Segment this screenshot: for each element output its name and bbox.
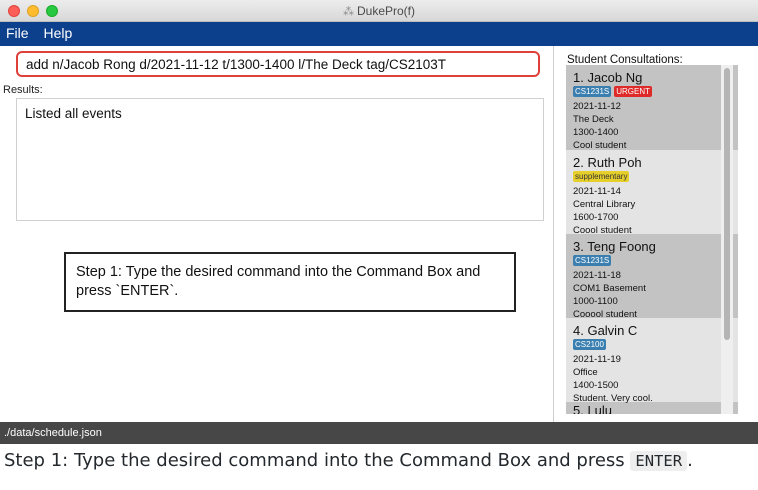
save-location: ./data/schedule.json [4,427,102,439]
card-time: 1400-1500 [573,380,619,391]
results-text: Listed all events [25,106,122,121]
card-time: 1000-1100 [573,296,618,307]
split-divider[interactable] [553,46,554,422]
card-tags: supplementary [573,171,732,183]
card-tags: CS1231S [573,255,732,267]
title-bar: ⁂ DukePro(f) [0,0,758,22]
card-name: 3. Teng Foong [573,239,656,254]
card-time: 1300-1400 [573,127,619,138]
caption-suffix: . [687,450,693,471]
tag-badge: CS1231S [573,255,612,266]
figure-caption: Step 1: Type the desired command into th… [4,450,758,471]
tag-badge: supplementary [573,171,630,182]
results-display: Listed all events [16,98,544,221]
caption-code: ENTER [630,451,688,471]
card-tags: CS2100 [573,339,732,351]
consultation-card[interactable]: 4. Galvin C CS2100 2021-11-19 Office 140… [566,318,738,404]
card-tags: CS1231S URGENT [573,86,732,98]
card-date: 2021-11-12 [573,101,621,112]
tag-badge: CS2100 [573,339,606,350]
caption-text: Step 1: Type the desired command into th… [4,450,631,471]
card-location: COM1 Basement [573,283,646,294]
status-bar: ./data/schedule.json [0,422,758,444]
card-name: 2. Ruth Poh [573,155,642,170]
consultation-list[interactable]: 1. Jacob Ng CS1231S URGENT 2021-11-12 The… [566,65,738,414]
card-time: 1600-1700 [573,212,619,223]
tag-badge: CS1231S [573,86,612,97]
card-name: 4. Galvin C [573,323,638,338]
menu-file[interactable]: File [0,22,34,41]
menu-bar: File Help [0,22,758,46]
results-label: Results: [3,84,43,96]
app-icon: ⁂ [342,6,354,18]
card-location: Office [573,367,598,378]
tag-badge: URGENT [614,86,653,97]
window-title-text: DukePro(f) [356,4,415,18]
consultation-card[interactable]: 2. Ruth Poh supplementary 2021-11-14 Cen… [566,150,738,236]
menu-help[interactable]: Help [37,22,77,41]
card-location: The Deck [573,114,614,125]
card-location: Central Library [573,199,636,210]
card-date: 2021-11-18 [573,270,621,281]
instruction-callout: Step 1: Type the desired command into th… [64,252,516,312]
consultation-card[interactable]: 1. Jacob Ng CS1231S URGENT 2021-11-12 The… [566,65,738,151]
card-date: 2021-11-14 [573,186,621,197]
consultation-card[interactable]: 3. Teng Foong CS1231S 2021-11-18 COM1 Ba… [566,234,738,320]
window-title: ⁂ DukePro(f) [0,4,758,18]
card-date: 2021-11-19 [573,354,621,365]
command-box[interactable]: add n/Jacob Rong d/2021-11-12 t/1300-140… [16,51,540,77]
card-name: 1. Jacob Ng [573,70,643,85]
scrollbar-thumb[interactable] [724,68,730,340]
